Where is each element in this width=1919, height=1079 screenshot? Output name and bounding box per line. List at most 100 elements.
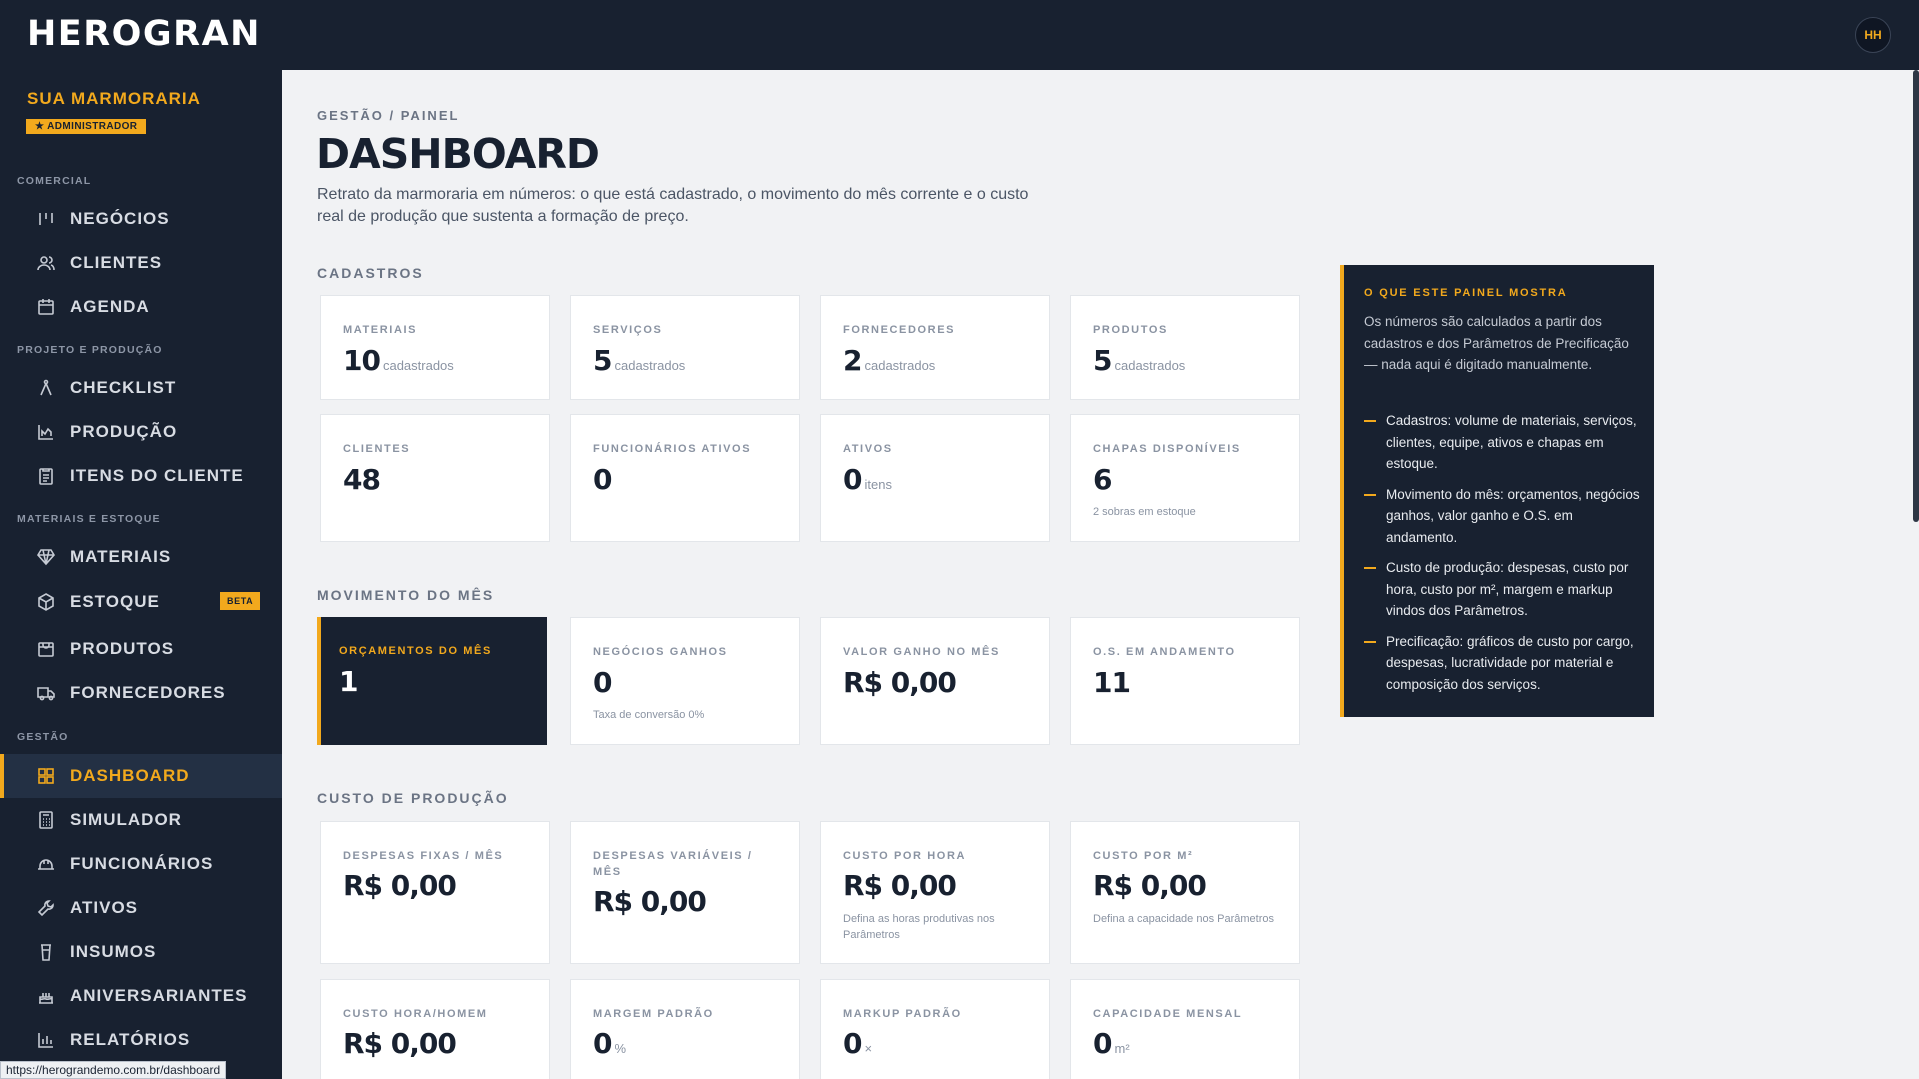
stat-label: FORNECEDORES — [843, 324, 956, 336]
stat-value: 0% — [593, 1027, 627, 1060]
sidebar-item-itens-do-cliente[interactable]: ITENS DO CLIENTE — [0, 454, 282, 498]
stat-card-ativos[interactable]: ATIVOS 0 itens — [820, 414, 1050, 542]
info-panel-list: Cadastros: volume de materiais, serviços… — [1364, 410, 1640, 704]
package-icon — [35, 638, 57, 660]
sidebar-item-simulador[interactable]: SIMULADOR — [0, 798, 282, 842]
sidebar-item-producao[interactable]: PRODUÇÃO — [0, 410, 282, 454]
stat-value: 0 × — [843, 1027, 873, 1060]
top-bar: HEROGRAN HH — [0, 0, 1919, 70]
group-title-custo: CUSTO DE PRODUÇÃO — [317, 790, 509, 806]
stat-card-custo-por-m2[interactable]: CUSTO POR M² R$ 0,00 Defina a capacidade… — [1070, 821, 1300, 964]
sidebar-item-label: ESTOQUE — [70, 592, 160, 611]
page-description: Retrato da marmoraria em números: o que … — [317, 186, 1029, 225]
stat-card-clientes[interactable]: CLIENTES 48 — [320, 414, 550, 542]
page-title: DASHBOARD — [316, 130, 600, 178]
stat-label: MARKUP PADRÃO — [843, 1008, 962, 1020]
sidebar-item-label: FORNECEDORES — [70, 683, 226, 702]
cake-icon — [35, 985, 57, 1007]
hardhat-icon — [35, 853, 57, 875]
stat-card-despesas-fixas[interactable]: DESPESAS FIXAS / MÊS R$ 0,00 — [320, 821, 550, 964]
sidebar-item-estoque[interactable]: ESTOQUE BETA — [0, 580, 282, 624]
stat-unit: × — [864, 1041, 873, 1056]
stat-card-servicos[interactable]: SERVIÇOS 5 cadastrados — [570, 295, 800, 400]
stat-card-valor-ganho[interactable]: VALOR GANHO NO MÊS R$ 0,00 — [820, 617, 1050, 745]
sidebar-item-funcionarios[interactable]: FUNCIONÁRIOS — [0, 842, 282, 886]
sidebar-item-label: ATIVOS — [70, 898, 139, 917]
stat-card-custo-por-hora[interactable]: CUSTO POR HORA R$ 0,00 Defina as horas p… — [820, 821, 1050, 964]
stat-value: 0 — [593, 463, 613, 496]
sidebar-item-negocios[interactable]: NEGÓCIOS — [0, 197, 282, 241]
status-url: https://herograndemo.com.br/dashboard — [0, 1061, 227, 1079]
stat-value: R$ 0,00 — [843, 869, 957, 902]
stat-card-chapas-disponiveis[interactable]: CHAPAS DISPONÍVEIS 6 2 sobras em estoque — [1070, 414, 1300, 542]
brand-logo[interactable]: HEROGRAN — [27, 14, 261, 54]
info-panel: O QUE ESTE PAINEL MOSTRA Os números são … — [1340, 265, 1654, 717]
stat-value: R$ 0,00 — [343, 1027, 457, 1060]
stat-label: O.S. EM ANDAMENTO — [1093, 646, 1236, 658]
stat-value: 2 cadastrados — [843, 344, 936, 377]
stat-card-os-em-andamento[interactable]: O.S. EM ANDAMENTO 11 — [1070, 617, 1300, 745]
stat-unit: cadastrados — [382, 358, 454, 373]
calculator-icon — [35, 809, 57, 831]
info-list-item: Cadastros: volume de materiais, serviços… — [1364, 410, 1640, 475]
stat-unit: m² — [1114, 1041, 1130, 1056]
calendar-icon — [35, 296, 57, 318]
sidebar-item-label: ANIVERSARIANTES — [70, 986, 248, 1005]
section-title-gestao: GESTÃO — [17, 731, 69, 743]
stat-value: 5 cadastrados — [593, 344, 686, 377]
sidebar-item-ativos[interactable]: ATIVOS — [0, 886, 282, 930]
sidebar-item-agenda[interactable]: AGENDA — [0, 285, 282, 329]
stat-card-custo-hora-homem[interactable]: CUSTO HORA/HOMEM R$ 0,00 — [320, 979, 550, 1079]
stat-value: 1 — [339, 665, 359, 698]
sidebar-item-produtos[interactable]: PRODUTOS — [0, 627, 282, 671]
stat-unit: cadastrados — [614, 358, 686, 373]
sidebar-item-materiais[interactable]: MATERIAIS — [0, 535, 282, 579]
stat-value: 5 cadastrados — [1093, 344, 1186, 377]
sidebar-item-label: FUNCIONÁRIOS — [70, 854, 214, 873]
sidebar-item-label: ITENS DO CLIENTE — [70, 466, 244, 485]
truck-icon — [35, 682, 57, 704]
stat-value: R$ 0,00 — [593, 885, 707, 918]
stat-note: Defina a capacidade nos Parâmetros — [1093, 913, 1274, 925]
stat-card-markup-padrao[interactable]: MARKUP PADRÃO 0 × — [820, 979, 1050, 1079]
users-icon — [35, 252, 57, 274]
diamond-icon — [35, 546, 57, 568]
sidebar-item-fornecedores[interactable]: FORNECEDORES — [0, 671, 282, 715]
stat-card-produtos[interactable]: PRODUTOS 5 cadastrados — [1070, 295, 1300, 400]
group-title-cadastros: CADASTROS — [317, 265, 424, 281]
stat-card-materiais[interactable]: MATERIAIS 10 cadastrados — [320, 295, 550, 400]
info-panel-intro: Os números são calculados a partir dos c… — [1364, 314, 1629, 372]
stat-unit: % — [614, 1041, 627, 1056]
stat-label: CAPACIDADE MENSAL — [1093, 1008, 1243, 1020]
stat-label: CUSTO POR HORA — [843, 850, 967, 862]
stat-card-funcionarios-ativos[interactable]: FUNCIONÁRIOS ATIVOS 0 — [570, 414, 800, 542]
stat-card-margem-padrao[interactable]: MARGEM PADRÃO 0% — [570, 979, 800, 1079]
stat-label: MATERIAIS — [343, 324, 418, 336]
sidebar-item-checklist[interactable]: CHECKLIST — [0, 366, 282, 410]
sidebar-item-dashboard[interactable]: DASHBOARD — [0, 754, 282, 798]
sidebar-item-label: CLIENTES — [70, 253, 163, 272]
section-title-projeto: PROJETO E PRODUÇÃO — [17, 344, 163, 356]
sidebar-item-label: PRODUÇÃO — [70, 422, 178, 441]
sidebar-item-label: PRODUTOS — [70, 639, 175, 658]
user-avatar[interactable]: HH — [1855, 17, 1891, 53]
sidebar-item-relatorios[interactable]: RELATÓRIOS — [0, 1018, 282, 1062]
page-scrollbar[interactable] — [1913, 70, 1919, 522]
role-badge: ★ ADMINISTRADOR — [26, 119, 147, 134]
stat-note: Taxa de conversão 0% — [593, 709, 705, 721]
stat-label: FUNCIONÁRIOS ATIVOS — [593, 443, 752, 455]
stat-value: 0 itens — [843, 463, 892, 496]
sidebar-item-aniversariantes[interactable]: ANIVERSARIANTES — [0, 974, 282, 1018]
stat-card-negocios-ganhos[interactable]: NEGÓCIOS GANHOS 0 Taxa de conversão 0% — [570, 617, 800, 745]
sidebar-item-insumos[interactable]: INSUMOS — [0, 930, 282, 974]
stat-label: MARGEM PADRÃO — [593, 1008, 714, 1020]
breadcrumb: GESTÃO / PAINEL — [317, 108, 460, 123]
sidebar-item-clientes[interactable]: CLIENTES — [0, 241, 282, 285]
info-list-item: Movimento do mês: orçamentos, negócios g… — [1364, 484, 1640, 549]
stat-card-orcamentos-do-mes[interactable]: ORÇAMENTOS DO MÊS 1 — [317, 617, 547, 745]
stat-card-fornecedores[interactable]: FORNECEDORES 2 cadastrados — [820, 295, 1050, 400]
cup-icon — [35, 941, 57, 963]
stat-card-capacidade-mensal[interactable]: CAPACIDADE MENSAL 0 m² — [1070, 979, 1300, 1079]
sidebar-item-label: NEGÓCIOS — [70, 209, 170, 228]
stat-card-despesas-variaveis[interactable]: DESPESAS VARIÁVEIS / MÊS R$ 0,00 — [570, 821, 800, 964]
